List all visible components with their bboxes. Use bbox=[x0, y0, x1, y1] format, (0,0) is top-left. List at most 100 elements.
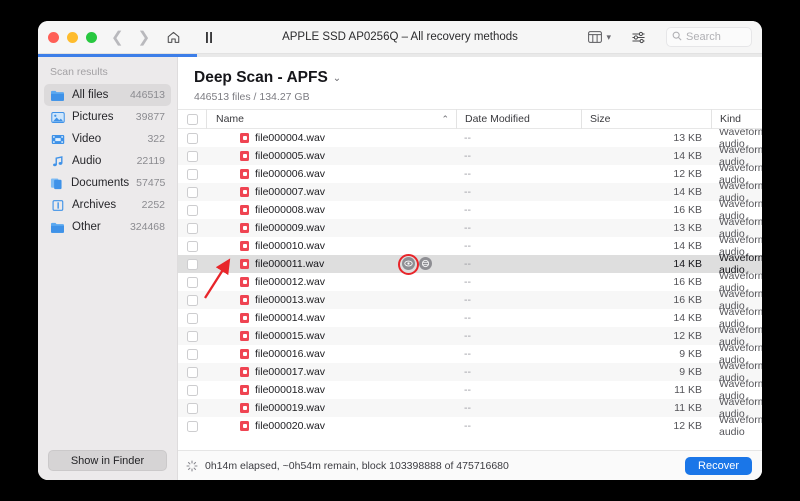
sidebar-item-documents[interactable]: Documents 57475 bbox=[44, 172, 171, 194]
sidebar-item-all-files[interactable]: All files 446513 bbox=[44, 84, 171, 106]
folder-icon bbox=[50, 88, 65, 103]
row-checkbox[interactable] bbox=[178, 366, 206, 378]
filter-group[interactable] bbox=[631, 31, 646, 44]
chevron-down-icon[interactable]: ⌄ bbox=[333, 73, 341, 84]
pause-icon[interactable] bbox=[203, 31, 215, 44]
row-checkbox[interactable] bbox=[178, 276, 206, 288]
cell-date-modified: -- bbox=[464, 420, 471, 432]
cell-name: file000013.wav bbox=[206, 294, 456, 306]
table-row[interactable]: file000015.wav -- 12 KB Waveform audio bbox=[178, 324, 762, 348]
music-note-icon bbox=[50, 154, 65, 169]
table-row[interactable]: file000007.wav -- 14 KB Waveform audio bbox=[178, 180, 762, 204]
table-row[interactable]: file000016.wav -- 9 KB Waveform audio bbox=[178, 342, 762, 366]
column-header-label: Size bbox=[590, 113, 611, 125]
file-name-text: file000019.wav bbox=[255, 402, 326, 414]
column-header-size[interactable]: Size bbox=[581, 109, 711, 129]
eye-icon[interactable] bbox=[402, 257, 415, 270]
table-row[interactable]: file000017.wav -- 9 KB Waveform audio bbox=[178, 360, 762, 384]
row-checkbox[interactable] bbox=[178, 240, 206, 252]
table-row[interactable]: file000013.wav -- 16 KB Waveform audio bbox=[178, 288, 762, 312]
audio-file-icon bbox=[240, 349, 249, 359]
column-header-kind[interactable]: Kind bbox=[711, 109, 762, 129]
file-list[interactable]: file000004.wav -- 13 KB Waveform audio file0… bbox=[178, 129, 762, 450]
audio-file-icon bbox=[240, 313, 249, 323]
chevron-down-icon[interactable]: ▾ bbox=[606, 32, 611, 42]
main-content: Deep Scan - APFS ⌄ 446513 files / 134.27… bbox=[178, 57, 762, 480]
table-row[interactable]: file000009.wav -- 13 KB Waveform audio bbox=[178, 216, 762, 240]
cell-size: 11 KB bbox=[674, 402, 702, 414]
chevron-left-icon[interactable]: ❮ bbox=[111, 30, 124, 45]
checkbox-icon bbox=[186, 420, 198, 432]
search-input[interactable]: Search bbox=[666, 27, 752, 47]
cell-date-modified: -- bbox=[464, 168, 471, 180]
checkbox-icon bbox=[186, 384, 198, 396]
file-name-text: file000007.wav bbox=[255, 186, 326, 198]
row-checkbox[interactable] bbox=[178, 312, 206, 324]
checkbox-icon bbox=[186, 113, 198, 125]
table-row[interactable]: file000019.wav -- 11 KB Waveform audio bbox=[178, 396, 762, 420]
row-checkbox[interactable] bbox=[178, 150, 206, 162]
zoom-button[interactable] bbox=[86, 31, 97, 43]
checkbox-icon bbox=[186, 312, 198, 324]
sidebar: Scan results All files 446513 Pictures 3… bbox=[38, 57, 178, 480]
view-options-group[interactable]: ▾ bbox=[588, 31, 611, 43]
row-checkbox[interactable] bbox=[178, 258, 206, 270]
cell-size: 9 KB bbox=[679, 366, 702, 378]
sidebar-item-label: Other bbox=[72, 221, 101, 233]
audio-file-icon bbox=[240, 187, 249, 197]
table-row[interactable]: file000011.wav -- 14 KB Waveform audio bbox=[178, 252, 762, 276]
close-button[interactable] bbox=[48, 31, 59, 43]
sidebar-item-video[interactable]: Video 322 bbox=[44, 128, 171, 150]
row-checkbox[interactable] bbox=[178, 222, 206, 234]
checkbox-icon bbox=[186, 150, 198, 162]
sidebar-item-audio[interactable]: Audio 22119 bbox=[44, 150, 171, 172]
minimize-button[interactable] bbox=[67, 31, 78, 43]
cell-date-modified: -- bbox=[464, 330, 471, 342]
row-checkbox[interactable] bbox=[178, 132, 206, 144]
status-bar: 0h14m elapsed, ~0h54m remain, block 1033… bbox=[178, 450, 762, 480]
status-text: 0h14m elapsed, ~0h54m remain, block 1033… bbox=[205, 459, 509, 472]
sidebar-item-archives[interactable]: Archives 2252 bbox=[44, 194, 171, 216]
sidebar-item-other[interactable]: Other 324468 bbox=[44, 216, 171, 238]
show-in-finder-button[interactable]: Show in Finder bbox=[48, 450, 167, 471]
row-checkbox[interactable] bbox=[178, 384, 206, 396]
table-row[interactable]: file000008.wav -- 16 KB Waveform audio bbox=[178, 198, 762, 222]
sidebar-item-pictures[interactable]: Pictures 39877 bbox=[44, 106, 171, 128]
cell-date-modified: -- bbox=[464, 150, 471, 162]
home-icon[interactable] bbox=[166, 30, 181, 45]
cell-size: 14 KB bbox=[673, 258, 702, 270]
row-checkbox[interactable] bbox=[178, 294, 206, 306]
gear-icon[interactable] bbox=[419, 257, 432, 270]
row-checkbox[interactable] bbox=[178, 168, 206, 180]
table-row[interactable]: file000004.wav -- 13 KB Waveform audio bbox=[178, 129, 762, 150]
cell-size: 14 KB bbox=[673, 186, 702, 198]
checkbox-icon bbox=[186, 366, 198, 378]
row-checkbox[interactable] bbox=[178, 330, 206, 342]
row-checkbox[interactable] bbox=[178, 420, 206, 432]
row-checkbox[interactable] bbox=[178, 186, 206, 198]
table-row[interactable]: file000005.wav -- 14 KB Waveform audio bbox=[178, 144, 762, 168]
column-header-name[interactable]: Name ⌃ bbox=[206, 109, 456, 129]
row-action-buttons bbox=[402, 257, 432, 270]
table-row[interactable]: file000014.wav -- 14 KB Waveform audio bbox=[178, 306, 762, 330]
audio-file-icon bbox=[240, 259, 249, 269]
cell-size: 16 KB bbox=[673, 204, 702, 216]
chevron-right-icon[interactable]: ❯ bbox=[138, 30, 151, 45]
select-all-checkbox[interactable] bbox=[178, 109, 206, 129]
sliders-icon[interactable] bbox=[631, 31, 646, 44]
table-row[interactable]: file000006.wav -- 12 KB Waveform audio bbox=[178, 162, 762, 186]
row-checkbox[interactable] bbox=[178, 204, 206, 216]
checkbox-icon bbox=[186, 348, 198, 360]
column-header-date-modified[interactable]: Date Modified bbox=[456, 109, 581, 129]
toolbar-right-group: ▾ Search bbox=[588, 27, 752, 47]
page-title[interactable]: Deep Scan - APFS ⌄ bbox=[194, 69, 762, 87]
scan-title-text: Deep Scan - APFS bbox=[194, 69, 328, 86]
table-row[interactable]: file000012.wav -- 16 KB Waveform audio bbox=[178, 270, 762, 294]
row-checkbox[interactable] bbox=[178, 348, 206, 360]
table-row[interactable]: file000020.wav -- 12 KB Waveform audio bbox=[178, 414, 762, 438]
recover-button[interactable]: Recover bbox=[685, 456, 752, 475]
row-checkbox[interactable] bbox=[178, 402, 206, 414]
table-row[interactable]: file000010.wav -- 14 KB Waveform audio bbox=[178, 234, 762, 258]
table-row[interactable]: file000018.wav -- 11 KB Waveform audio bbox=[178, 378, 762, 402]
column-view-icon[interactable] bbox=[588, 31, 603, 43]
